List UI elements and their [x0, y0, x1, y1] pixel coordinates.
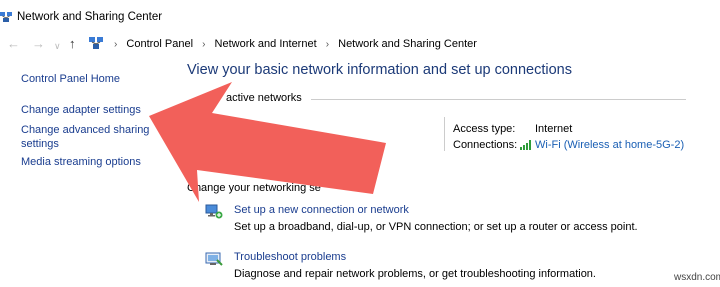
- title-bar: Network and Sharing Center: [0, 0, 720, 34]
- wifi-signal-icon: [520, 140, 531, 150]
- wifi-connection-link[interactable]: Wi-Fi (Wireless at home-5G-2): [535, 139, 684, 151]
- breadcrumb-network-internet[interactable]: Network and Internet: [215, 38, 317, 50]
- troubleshoot-icon: [205, 252, 223, 266]
- window-title: Network and Sharing Center: [17, 11, 163, 23]
- back-arrow-icon[interactable]: ←: [7, 36, 20, 52]
- troubleshoot-description: Diagnose and repair network problems, or…: [234, 268, 596, 280]
- address-bar: ← → ∨ ↑ › Control Panel › Network and In…: [0, 34, 720, 56]
- section-divider: [311, 99, 686, 100]
- access-type-label: Access type:: [453, 123, 516, 135]
- change-advanced-sharing-link[interactable]: Change advanced sharing settings: [21, 123, 151, 151]
- control-panel-icon: [89, 37, 103, 49]
- breadcrumb-separator-icon: ›: [325, 39, 330, 50]
- change-adapter-settings-link[interactable]: Change adapter settings: [21, 103, 141, 117]
- breadcrumb: › Control Panel › Network and Internet ›…: [108, 38, 477, 50]
- connections-label: Connections:: [453, 139, 518, 151]
- control-panel-home-link[interactable]: Control Panel Home: [21, 72, 120, 86]
- breadcrumb-control-panel[interactable]: Control Panel: [126, 38, 193, 50]
- network-setup-icon: [205, 204, 223, 219]
- setup-connection-description: Set up a broadband, dial-up, or VPN conn…: [234, 221, 638, 233]
- watermark: wsxdn.com: [674, 272, 720, 283]
- change-settings-label: Change your networking se: [187, 182, 321, 194]
- page-title: View your basic network information and …: [187, 62, 573, 78]
- setup-connection-link[interactable]: Set up a new connection or network: [234, 204, 409, 216]
- vertical-divider: [444, 117, 445, 151]
- access-type-value: Internet: [535, 123, 573, 135]
- active-networks-label: active networks: [226, 92, 302, 104]
- breadcrumb-separator-icon: ›: [114, 39, 118, 50]
- network-center-icon: [0, 12, 12, 22]
- breadcrumb-sharing-center[interactable]: Network and Sharing Center: [338, 38, 477, 50]
- up-arrow-icon[interactable]: ↑: [69, 36, 76, 52]
- media-streaming-link[interactable]: Media streaming options: [21, 155, 141, 169]
- forward-arrow-icon[interactable]: →: [32, 36, 45, 52]
- recent-locations-chevron-icon[interactable]: ∨: [54, 38, 61, 54]
- troubleshoot-problems-link[interactable]: Troubleshoot problems: [234, 251, 346, 263]
- breadcrumb-separator-icon: ›: [202, 39, 206, 50]
